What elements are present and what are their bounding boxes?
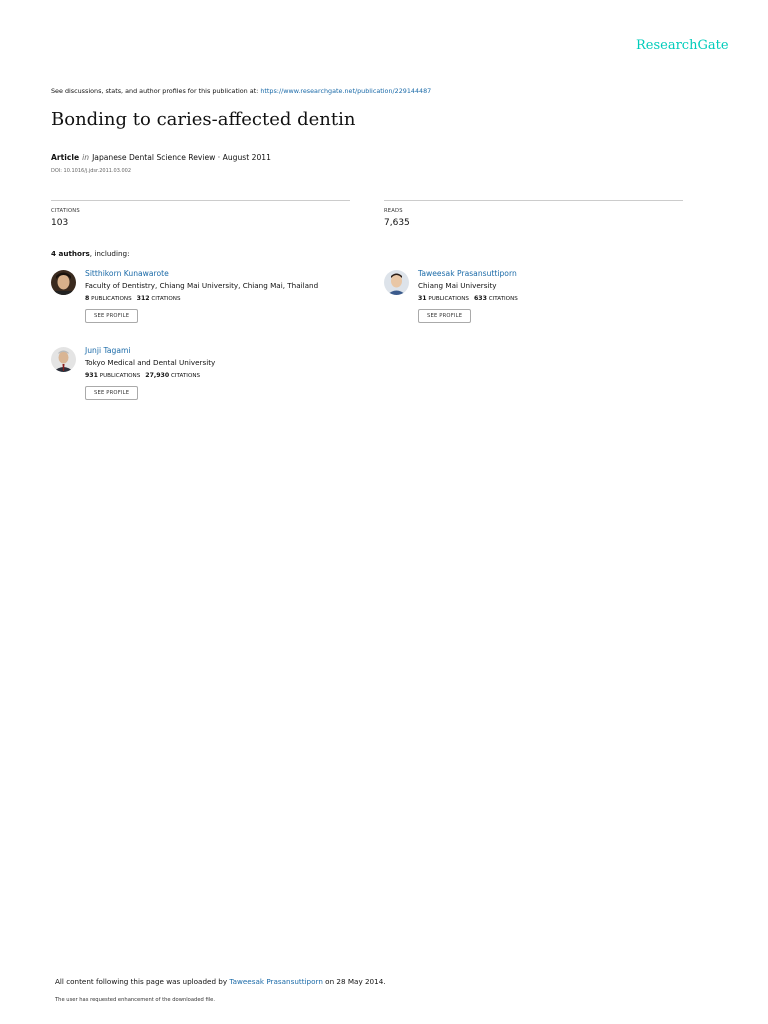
person-avatar-icon	[51, 270, 76, 295]
author-stats: 8 PUBLICATIONS 312 CITATIONS	[85, 295, 355, 302]
author-institution: Tokyo Medical and Dental University	[85, 358, 216, 367]
author-institution: Faculty of Dentistry, Chiang Mai Univers…	[85, 281, 319, 290]
uploader-link[interactable]: Taweesak Prasansuttiporn	[229, 977, 322, 986]
author-name-link[interactable]: Sitthikorn Kunawarote	[85, 269, 355, 278]
citations-label: CITATIONS	[151, 296, 181, 302]
person-avatar-icon	[51, 347, 76, 372]
publications-label: PUBLICATIONS	[91, 296, 132, 302]
citations-label: CITATIONS	[170, 373, 201, 379]
publications-label: PUBLICATIONS	[99, 373, 141, 379]
authors-suffix: , including:	[89, 249, 130, 258]
article-meta: Article in Japanese Dental Science Review …	[51, 153, 271, 162]
journal-info: Japanese Dental Science Review · August …	[92, 153, 271, 162]
author-stats: 931 PUBLICATIONS 27,930 CITATIONS	[85, 372, 355, 379]
researchgate-logo[interactable]: ResearchGate	[636, 38, 729, 53]
see-profile-button[interactable]: SEE PROFILE	[418, 309, 472, 323]
reads-value: 7,635	[384, 218, 410, 228]
in-word: in	[82, 153, 90, 162]
author-name-link[interactable]: Junji Tagami	[85, 346, 355, 355]
author-institution: Chiang Mai University	[418, 281, 497, 290]
reads-label: READS	[384, 208, 403, 214]
author-name-link[interactable]: Taweesak Prasansuttiporn	[418, 269, 688, 278]
upload-prefix: All content following this page was uplo…	[55, 977, 230, 986]
authors-count: 4 authors	[51, 249, 90, 258]
avatar[interactable]	[384, 270, 409, 295]
person-avatar-icon	[384, 270, 409, 295]
avatar[interactable]	[51, 270, 76, 295]
see-profile-button[interactable]: SEE PROFILE	[85, 386, 139, 400]
citations-label: CITATIONS	[488, 296, 518, 302]
publications-label: PUBLICATIONS	[428, 296, 469, 302]
citations-stat: CITATIONS 103	[51, 200, 350, 228]
publications-count: 8	[85, 295, 90, 302]
upload-note: All content following this page was uplo…	[55, 977, 386, 986]
author-stats: 31 PUBLICATIONS 633 CITATIONS	[418, 295, 688, 302]
publication-link[interactable]: https://www.researchgate.net/publication…	[260, 87, 431, 95]
citations-count: 312	[136, 295, 150, 302]
author-info: Sitthikorn Kunawarote Faculty of Dentist…	[85, 269, 355, 323]
author-info: Taweesak Prasansuttiporn Chiang Mai Univ…	[418, 269, 688, 323]
see-profile-button[interactable]: SEE PROFILE	[85, 309, 139, 323]
author-info: Junji Tagami Tokyo Medical and Dental Un…	[85, 346, 355, 400]
article-title: Bonding to caries-affected dentin	[51, 109, 356, 130]
enhancement-note: The user has requested enhancement of th…	[55, 997, 216, 1003]
citations-label: CITATIONS	[51, 208, 80, 214]
avatar[interactable]	[51, 347, 76, 372]
article-type: Article	[51, 153, 80, 162]
citations-value: 103	[51, 218, 69, 228]
reads-stat: READS 7,635	[384, 200, 683, 228]
discussion-line: See discussions, stats, and author profi…	[51, 87, 431, 95]
discussion-prefix: See discussions, stats, and author profi…	[51, 87, 261, 95]
publications-count: 931	[85, 372, 98, 379]
authors-heading: 4 authors, including:	[51, 249, 130, 258]
upload-suffix: on 28 May 2014.	[322, 977, 386, 986]
article-doi: DOI: 10.1016/j.jdsr.2011.03.002	[51, 168, 132, 174]
citations-count: 633	[473, 295, 487, 302]
citations-count: 27,930	[145, 372, 170, 379]
publications-count: 31	[418, 295, 427, 302]
